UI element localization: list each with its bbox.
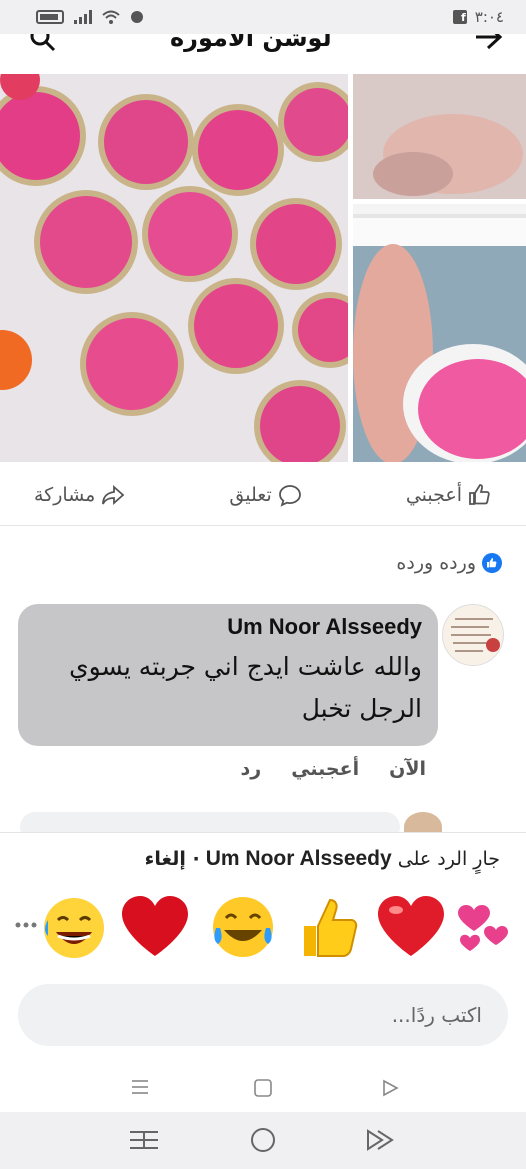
status-icons [36,10,144,24]
back-triangle-icon[interactable] [380,1078,400,1098]
thumbs-up-emoji-sticker[interactable] [290,890,364,964]
post-photos [0,74,526,464]
status-time: ٣:٠٤ [474,8,504,26]
home-square-icon[interactable] [253,1078,273,1098]
comment-button[interactable]: تعليق [229,483,301,507]
battery-icon [36,10,64,24]
tears-of-joy-emoji-sticker[interactable] [206,890,280,964]
system-nav-bar [0,1112,526,1169]
back-arrow-icon[interactable] [474,34,503,57]
comment-meta: الآن أعجبني رد [240,758,426,780]
replying-to-bar: جارٍ الرد على Um Noor Alsseedy · إلغاء [0,832,526,888]
cancel-reply-link[interactable]: · إلغاء [145,848,200,870]
comment-text: والله عاشت ايدج اني جربته يسوي الرجل تخب… [69,652,422,723]
comment-time: الآن [389,758,426,780]
comment-label: تعليق [229,483,272,506]
back-double-arrow-icon[interactable] [364,1128,396,1152]
replying-prefix: جارٍ الرد على [397,848,500,870]
comment-author[interactable]: Um Noor Alsseedy [34,614,422,640]
comment-bubble[interactable]: Um Noor Alsseedy والله عاشت ايدج اني جرب… [18,604,438,746]
search-icon[interactable] [30,34,56,58]
menu-lines-icon[interactable] [130,1078,150,1096]
comment-bubble-icon [278,484,301,507]
share-label: مشاركة [34,483,96,506]
red-heart-3d-sticker[interactable] [374,890,448,964]
wifi-icon [102,10,120,24]
photo-foot-lotion[interactable] [353,204,526,462]
reactors-summary[interactable]: ورده ورده [396,552,502,574]
post-actions: أعجبني تعليق مشاركة [0,464,526,526]
facebook-notification-icon: f [452,10,467,24]
app-nav-bar [0,1060,526,1112]
home-circle-icon[interactable] [249,1126,277,1154]
page-title: لوشن الاموره [170,34,332,52]
like-label: أعجبني [405,483,462,506]
reply-input[interactable] [18,984,508,1046]
pink-hearts-sticker[interactable] [452,890,526,964]
status-right: f ٣:٠٤ [452,8,504,26]
status-bar: f ٣:٠٤ [0,0,526,34]
laughing-emoji-sticker[interactable] [34,890,108,964]
photo-heel[interactable] [353,74,526,199]
recent-apps-icon[interactable] [128,1128,160,1152]
commenter-avatar[interactable] [442,604,504,666]
sticker-suggestions [0,890,526,970]
facebook-post-screen: f ٣:٠٤ لوشن الاموره أعجبني تعليق مشاركة … [0,0,526,1169]
like-button[interactable]: أعجبني [406,483,492,507]
photo-lotion-jars[interactable] [0,74,348,462]
comment-reply-link[interactable]: رد [240,758,261,780]
share-button[interactable]: مشاركة [34,483,125,507]
comment-like-link[interactable]: أعجبني [291,758,359,780]
thumbs-up-icon [469,483,490,505]
signal-icon [74,10,92,24]
red-heart-sticker[interactable] [118,890,192,964]
share-arrow-icon [102,484,125,505]
reactor-names: ورده ورده [396,552,476,574]
like-reaction-icon [482,553,502,573]
top-navigation: لوشن الاموره [0,34,526,74]
more-stickers-icon[interactable] [14,890,38,964]
replying-name: Um Noor Alsseedy [205,847,392,870]
alarm-icon [131,11,143,23]
